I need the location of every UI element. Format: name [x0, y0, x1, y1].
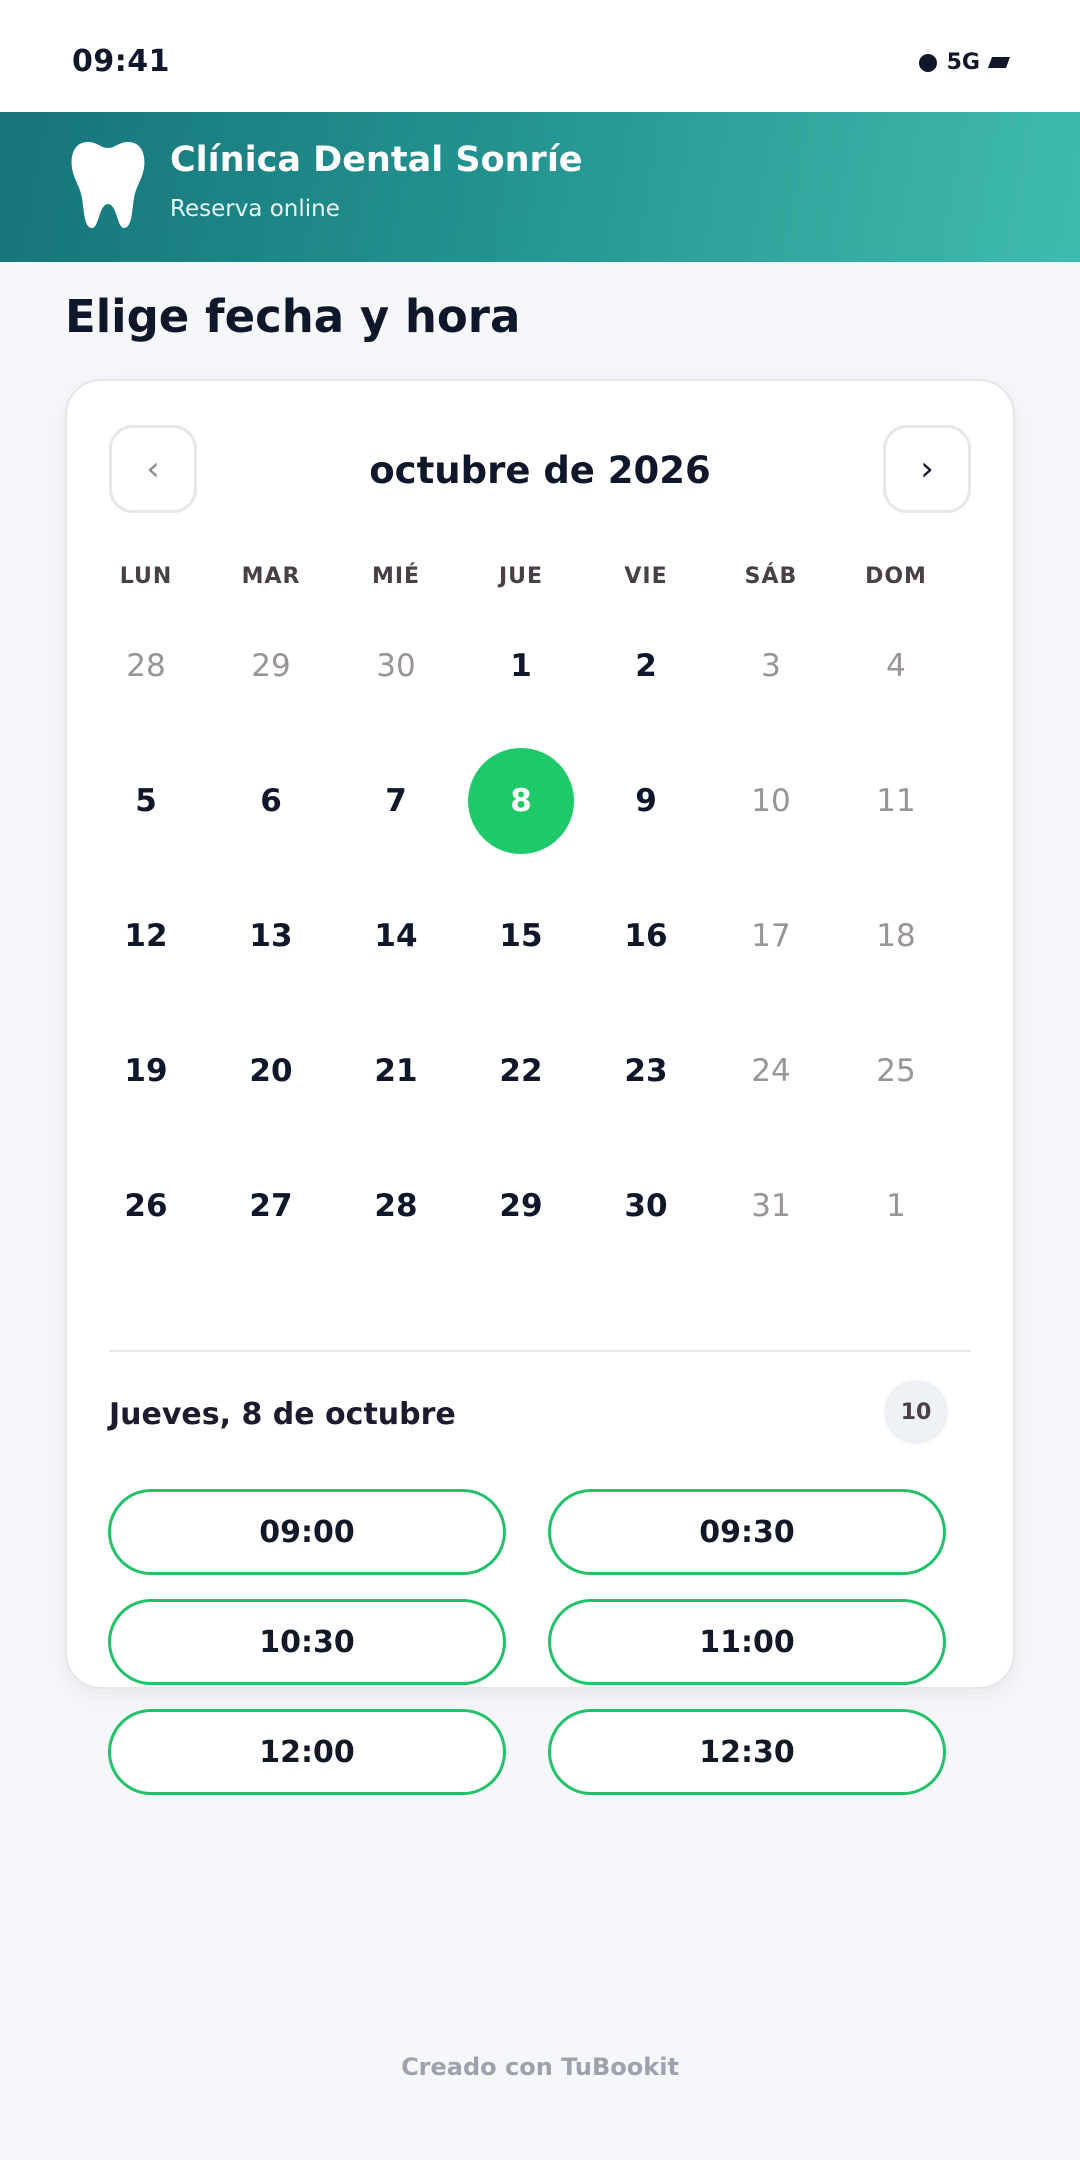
day-cell[interactable]: 20: [216, 1016, 326, 1126]
time-slot-button[interactable]: 09:30: [548, 1489, 946, 1575]
day-cell[interactable]: 19: [91, 1016, 201, 1126]
month-title: octubre de 2026: [369, 449, 711, 492]
day-cell: 25: [876, 1053, 916, 1089]
day-cell[interactable]: 29: [466, 1151, 576, 1261]
day-cell: 30: [376, 648, 416, 684]
day-cell: 24: [751, 1053, 791, 1089]
weekday-label: JUE: [498, 564, 544, 589]
status-icons: 5G: [918, 50, 1011, 75]
weekday-label: VIE: [624, 564, 668, 589]
page-title: Elige fecha y hora: [65, 290, 521, 343]
day-cell[interactable]: 15: [466, 881, 576, 991]
tooth-icon: [71, 142, 145, 228]
slot-count-badge: 10: [884, 1380, 948, 1444]
day-cell[interactable]: 27: [216, 1151, 326, 1261]
time-slot-button[interactable]: 10:30: [108, 1599, 506, 1685]
day-cell[interactable]: 2: [591, 611, 701, 721]
network-label: 5G: [946, 50, 980, 75]
day-cell[interactable]: 6: [216, 746, 326, 856]
day-cell[interactable]: 14: [341, 881, 451, 991]
day-cell: 4: [886, 648, 906, 684]
day-cell: 31: [751, 1188, 791, 1224]
weekday-label: DOM: [865, 564, 927, 589]
selected-date-label: Jueves, 8 de octubre: [109, 1397, 456, 1432]
weekday-label: LUN: [119, 564, 173, 589]
status-time: 09:41: [72, 44, 170, 79]
dot-icon: [918, 53, 937, 72]
time-slot-button[interactable]: 12:00: [108, 1709, 506, 1795]
day-cell[interactable]: 9: [591, 746, 701, 856]
day-cell[interactable]: 1: [466, 611, 576, 721]
day-cell: 1: [886, 1188, 906, 1224]
day-cell[interactable]: 22: [466, 1016, 576, 1126]
weekday-label: MAR: [241, 564, 301, 589]
footer-credit: Creado con TuBookit: [401, 2053, 679, 2081]
day-cell[interactable]: 30: [591, 1151, 701, 1261]
battery-icon: [987, 57, 1011, 68]
day-cell[interactable]: 28: [341, 1151, 451, 1261]
status-bar: 09:41 5G: [0, 0, 1080, 112]
day-cell: 11: [876, 783, 916, 819]
day-cell: 28: [126, 648, 166, 684]
time-slot-button[interactable]: 09:00: [108, 1489, 506, 1575]
day-cell[interactable]: 23: [591, 1016, 701, 1126]
day-cell: 18: [876, 918, 916, 954]
day-cell: 17: [751, 918, 791, 954]
clinic-name: Clínica Dental Sonríe: [170, 140, 583, 180]
day-cell[interactable]: 5: [91, 746, 201, 856]
time-slot-button[interactable]: 11:00: [548, 1599, 946, 1685]
day-cell[interactable]: 12: [91, 881, 201, 991]
day-cell: 3: [761, 648, 781, 684]
day-cell-selected[interactable]: 8: [468, 748, 574, 854]
day-cell[interactable]: 7: [341, 746, 451, 856]
divider: [109, 1350, 971, 1352]
weekday-label: SÁB: [744, 564, 798, 589]
day-cell: 29: [251, 648, 291, 684]
app-header: Clínica Dental Sonríe Reserva online: [0, 112, 1080, 262]
weekday-label: MIÉ: [371, 564, 421, 589]
day-cell[interactable]: 13: [216, 881, 326, 991]
day-cell[interactable]: 16: [591, 881, 701, 991]
next-month-button[interactable]: ›: [883, 425, 971, 513]
day-cell[interactable]: 26: [91, 1151, 201, 1261]
day-cell: 10: [751, 783, 791, 819]
day-cell[interactable]: 21: [341, 1016, 451, 1126]
time-slot-button[interactable]: 12:30: [548, 1709, 946, 1795]
clinic-subtitle: Reserva online: [170, 196, 340, 222]
chevron-right-icon: ›: [920, 449, 934, 489]
